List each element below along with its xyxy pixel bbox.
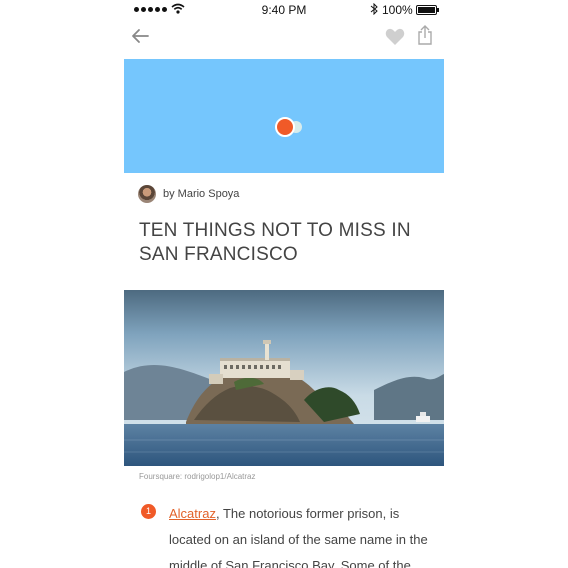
avatar[interactable] <box>138 185 156 203</box>
list-item-text: Alcatraz, The notorious former prison, i… <box>169 501 429 568</box>
map[interactable] <box>124 59 444 173</box>
battery-icon <box>416 5 439 15</box>
article-photo <box>124 290 444 466</box>
phone-screen: 9:40 PM 100% by Mario Spoya TEN THINGS N… <box>124 0 444 568</box>
battery-percentage: 100% <box>382 3 413 17</box>
alcatraz-photo <box>124 290 444 466</box>
map-location-marker[interactable] <box>275 117 295 137</box>
author-byline[interactable]: by Mario Spoya <box>138 184 239 204</box>
nav-bar <box>124 22 444 54</box>
article-title: TEN THINGS NOT TO MISS IN SAN FRANCISCO <box>139 220 411 265</box>
back-arrow-icon[interactable] <box>130 28 150 44</box>
bluetooth-icon <box>370 3 378 15</box>
place-link-alcatraz[interactable]: Alcatraz <box>169 506 216 521</box>
heart-icon[interactable] <box>385 28 405 46</box>
status-bar: 9:40 PM 100% <box>124 0 444 20</box>
author-name: by Mario Spoya <box>163 188 240 200</box>
share-icon[interactable] <box>417 25 433 45</box>
list-number-badge: 1 <box>141 504 156 519</box>
list-item: 1 Alcatraz, The notorious former prison,… <box>139 501 429 568</box>
photo-caption: Foursquare: rodrigolop1/Alcatraz <box>139 472 256 481</box>
